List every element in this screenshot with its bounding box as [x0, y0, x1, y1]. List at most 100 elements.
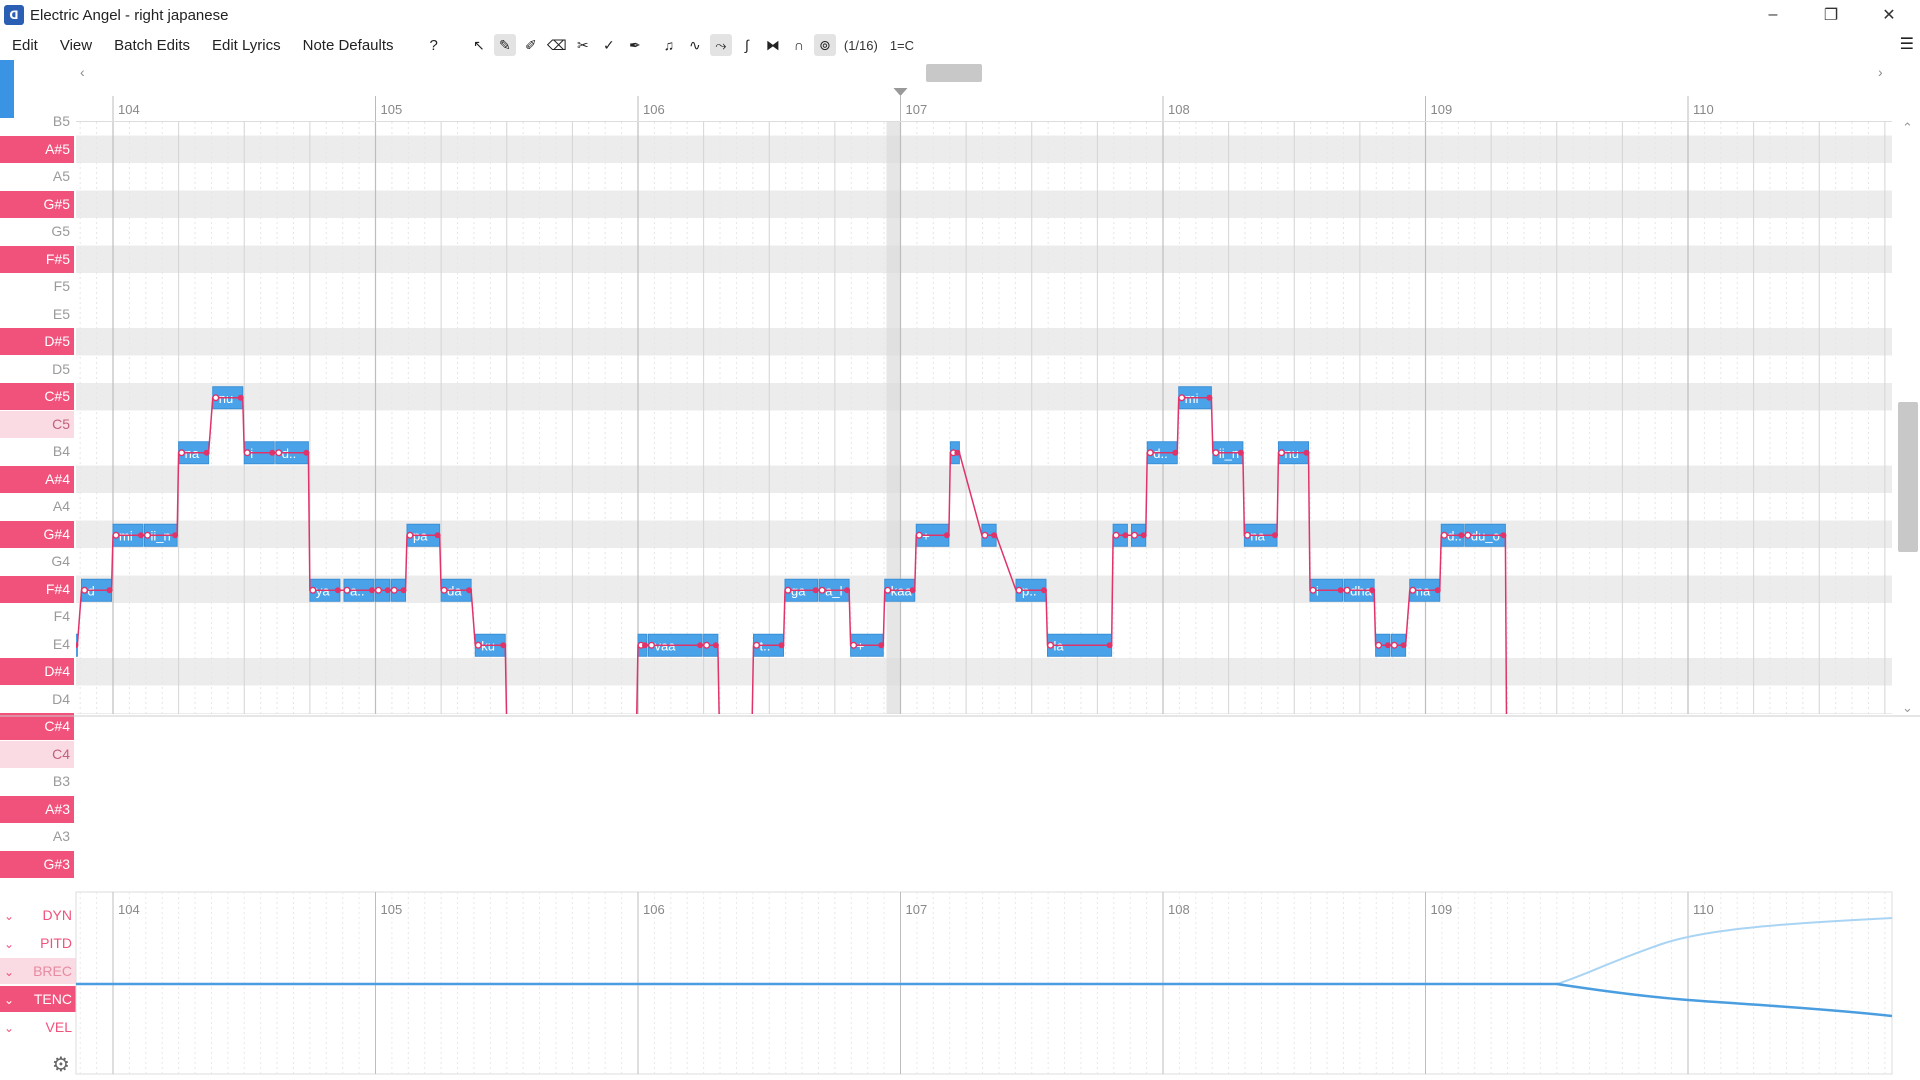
pitch-point[interactable]: [1047, 641, 1054, 649]
brush-tool-icon[interactable]: ✒: [624, 34, 646, 56]
note[interactable]: [738, 717, 752, 739]
pitch-point[interactable]: [41, 532, 47, 538]
pitch-point[interactable]: [309, 586, 317, 594]
pitch-point[interactable]: [703, 641, 711, 649]
pitch-point[interactable]: [753, 641, 760, 649]
pitch-point[interactable]: [1131, 531, 1138, 539]
pitch-point[interactable]: [369, 587, 375, 594]
note[interactable]: la: [0, 524, 4, 546]
pitch-point[interactable]: [1671, 725, 1677, 731]
close-button[interactable]: ✕: [1860, 0, 1918, 30]
pitch-point[interactable]: [375, 586, 382, 594]
sine-icon[interactable]: ∩: [788, 34, 810, 56]
pitch-point[interactable]: [57, 642, 63, 648]
minimize-button[interactable]: –: [1744, 0, 1802, 30]
pitch-point[interactable]: [954, 449, 961, 456]
note[interactable]: gu: [1507, 772, 1571, 794]
pitch-point[interactable]: [390, 586, 398, 594]
pitch-point[interactable]: [1384, 642, 1391, 649]
pitch-point[interactable]: [738, 725, 744, 731]
note-body[interactable]: [738, 717, 752, 739]
note[interactable]: [47, 634, 61, 656]
pitch-point[interactable]: [1375, 641, 1383, 649]
pitch-point[interactable]: [778, 642, 785, 649]
pitch-point[interactable]: [720, 725, 726, 731]
pitch-point[interactable]: [729, 725, 735, 731]
pen-tool-icon[interactable]: ✎: [493, 34, 516, 56]
pitch-point[interactable]: [1500, 532, 1507, 539]
pitch-point[interactable]: [648, 641, 655, 649]
note[interactable]: ru: [607, 717, 637, 739]
pitch-point[interactable]: [812, 587, 819, 594]
vibrato-icon[interactable]: ∿: [684, 34, 706, 56]
pitch-point[interactable]: [1272, 532, 1278, 539]
pitch-point[interactable]: [607, 725, 613, 731]
pitch-point[interactable]: [784, 586, 792, 594]
pitch-point[interactable]: [434, 532, 441, 539]
pitch-point[interactable]: [440, 586, 448, 594]
pitch-point[interactable]: [1206, 394, 1213, 401]
pitch-point[interactable]: [1507, 780, 1513, 786]
cursor-tool-icon[interactable]: ↖: [468, 34, 490, 56]
pitch-point[interactable]: [1178, 394, 1186, 402]
pitch-point[interactable]: [500, 642, 507, 649]
pitch-point[interactable]: [915, 531, 923, 539]
pitch-point[interactable]: [1237, 449, 1244, 456]
pitch-point[interactable]: [1390, 641, 1398, 649]
menu-view[interactable]: View: [48, 37, 102, 54]
pitch-point[interactable]: [112, 531, 120, 539]
note-body[interactable]: [1573, 717, 1677, 739]
pitch-point[interactable]: [1458, 532, 1465, 539]
snap-setting[interactable]: (1/16): [844, 38, 878, 53]
note[interactable]: [719, 717, 733, 739]
pitch-point[interactable]: [172, 532, 179, 539]
menu-edit-lyrics[interactable]: Edit Lyrics: [200, 37, 291, 54]
pitch-point[interactable]: [1369, 587, 1376, 594]
pitch-point[interactable]: [138, 532, 144, 539]
pitch-point[interactable]: [642, 642, 648, 649]
pitch-curve-icon[interactable]: ∫: [736, 34, 758, 56]
pitch-point[interactable]: [566, 725, 572, 731]
pitch-point[interactable]: [1440, 531, 1448, 539]
scroll-up-icon[interactable]: ⌃: [1902, 120, 1913, 135]
gear-icon[interactable]: ⚙: [52, 1052, 70, 1077]
pitch-point[interactable]: [981, 531, 989, 539]
knife-tool-icon[interactable]: ✂: [572, 34, 594, 56]
pitch-point[interactable]: [81, 586, 88, 594]
pen-plus-tool-icon[interactable]: ✐: [520, 34, 542, 56]
note[interactable]: dhu: [1573, 717, 1677, 739]
pitch-point[interactable]: [1309, 586, 1317, 594]
note[interactable]: a_m: [5, 524, 46, 546]
pitch-point[interactable]: [466, 587, 473, 594]
pitch-point[interactable]: [850, 641, 858, 649]
pitch-point[interactable]: [1566, 780, 1572, 786]
pitch-point[interactable]: [269, 449, 276, 456]
pitch-point[interactable]: [1343, 586, 1351, 594]
pitch-point[interactable]: [884, 586, 892, 594]
pitch-point[interactable]: [573, 780, 579, 786]
note-body[interactable]: [719, 717, 733, 739]
note-body[interactable]: [1507, 772, 1571, 794]
expression-curve-area[interactable]: 104 105 106 107 108 109 110: [0, 888, 1920, 1080]
pitch-point[interactable]: [343, 586, 351, 594]
menu-edit[interactable]: Edit: [0, 37, 48, 54]
pitch-point[interactable]: [237, 394, 244, 401]
note-body[interactable]: [47, 634, 61, 656]
note[interactable]: dhu: [507, 717, 571, 739]
pitch-point[interactable]: [1015, 586, 1023, 594]
pitch-point[interactable]: [909, 587, 916, 594]
pitch-link-icon[interactable]: ⤳: [709, 34, 732, 56]
pitch-point[interactable]: [943, 532, 950, 539]
note-icon[interactable]: ♫: [658, 34, 680, 56]
pitch-point[interactable]: [1146, 449, 1154, 457]
pitch-point[interactable]: [818, 586, 826, 594]
note-body[interactable]: [572, 772, 602, 794]
pitch-point[interactable]: [6, 532, 12, 538]
pitch-point[interactable]: [334, 587, 341, 594]
pitch-point[interactable]: [507, 725, 513, 731]
key-setting[interactable]: 1=C: [890, 38, 914, 53]
pitch-point[interactable]: [212, 394, 220, 402]
note-body[interactable]: [63, 633, 78, 657]
pitch-point[interactable]: [106, 587, 113, 594]
pitch-point[interactable]: [384, 587, 391, 594]
